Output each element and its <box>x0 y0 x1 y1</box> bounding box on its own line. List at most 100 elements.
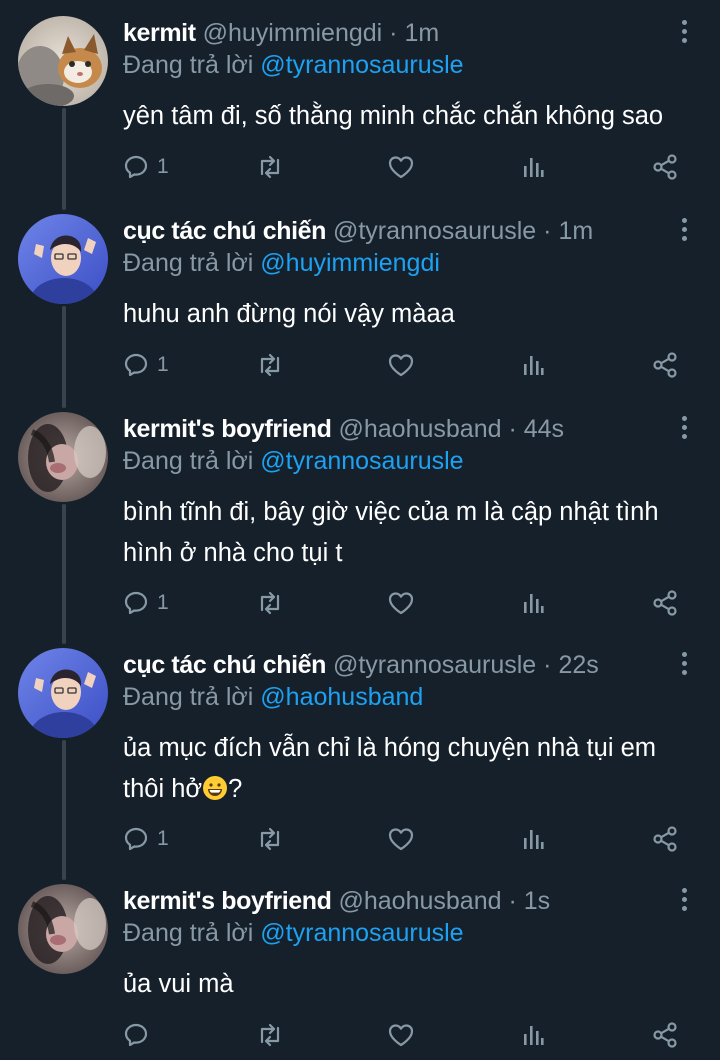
person-avatar-icon <box>18 214 108 304</box>
tweet-actions: 1 <box>123 822 698 856</box>
display-name[interactable]: kermit's boyfriend <box>123 415 332 443</box>
retweet-button[interactable] <box>256 150 284 184</box>
mention-link[interactable]: @tyrannosaurusle <box>260 447 463 475</box>
analytics-icon <box>524 830 544 849</box>
replying-to: Đang trả lời @tyrannosaurusle <box>123 49 464 81</box>
retweet-button[interactable] <box>256 348 284 382</box>
mention-link[interactable]: @haohusband <box>260 683 423 711</box>
reply-count: 1 <box>157 155 169 178</box>
display-name[interactable]: kermit's boyfriend <box>123 887 332 915</box>
share-button[interactable] <box>651 822 679 856</box>
tweet-actions: 1 <box>123 348 698 382</box>
analytics-icon <box>524 158 544 177</box>
tweet-text-suffix: ? <box>228 775 243 803</box>
like-button[interactable] <box>387 586 415 620</box>
more-options-icon[interactable] <box>678 416 690 444</box>
analytics-button[interactable] <box>521 348 545 382</box>
heart-icon <box>388 592 414 615</box>
heart-icon <box>388 828 414 851</box>
replying-to: Đang trả lời @tyrannosaurusle <box>123 917 464 949</box>
more-options-icon[interactable] <box>678 20 690 48</box>
retweet-button[interactable] <box>256 1018 284 1052</box>
replying-to-label: Đang trả lời <box>123 51 254 79</box>
analytics-button[interactable] <box>521 822 545 856</box>
separator-dot: · <box>543 651 552 679</box>
tweet-text: huhu anh đừng nói vậy màaa <box>123 300 455 328</box>
avatar[interactable] <box>18 16 108 106</box>
timestamp[interactable]: 1m <box>404 19 439 47</box>
avatar[interactable] <box>18 648 108 738</box>
reply-icon <box>124 353 148 377</box>
person-avatar-icon <box>18 648 108 738</box>
share-icon <box>653 352 677 378</box>
reply-button[interactable]: 1 <box>123 822 169 856</box>
reply-count: 1 <box>157 591 169 614</box>
tweet-text: bình tĩnh đi, bây giờ việc của m là cập … <box>123 498 659 567</box>
share-button[interactable] <box>651 586 679 620</box>
grinning-face-emoji <box>203 776 228 800</box>
more-options-icon[interactable] <box>678 888 690 916</box>
retweet-icon <box>260 827 280 851</box>
user-handle[interactable]: @haohusband <box>338 887 501 915</box>
timestamp[interactable]: 22s <box>558 651 598 679</box>
share-button[interactable] <box>651 150 679 184</box>
blurry-cat-avatar-icon <box>18 412 108 502</box>
reply-button[interactable]: 1 <box>123 150 169 184</box>
thread-connector-line <box>62 108 66 210</box>
replying-to-label: Đang trả lời <box>123 919 254 947</box>
replying-to-label: Đang trả lời <box>123 249 254 277</box>
mention-link[interactable]: @huyimmiengdi <box>260 249 440 277</box>
user-handle[interactable]: @tyrannosaurusle <box>333 217 536 245</box>
like-button[interactable] <box>387 150 415 184</box>
retweet-icon <box>260 353 280 377</box>
retweet-button[interactable] <box>256 822 284 856</box>
analytics-button[interactable] <box>521 150 545 184</box>
avatar[interactable] <box>18 884 108 974</box>
mention-link[interactable]: @tyrannosaurusle <box>260 919 463 947</box>
analytics-button[interactable] <box>521 1018 545 1052</box>
blurry-cat-avatar-icon <box>18 884 108 974</box>
thread-connector-line <box>62 306 66 408</box>
like-button[interactable] <box>387 1018 415 1052</box>
user-handle[interactable]: @haohusband <box>338 415 501 443</box>
like-button[interactable] <box>387 822 415 856</box>
reply-button[interactable]: 1 <box>123 586 169 620</box>
timestamp[interactable]: 1s <box>524 887 550 915</box>
reply-icon <box>124 591 148 615</box>
replying-to-label: Đang trả lời <box>123 683 254 711</box>
analytics-button[interactable] <box>521 586 545 620</box>
reply-button[interactable]: 1 <box>123 348 169 382</box>
timestamp[interactable]: 44s <box>524 415 564 443</box>
like-button[interactable] <box>387 348 415 382</box>
retweet-button[interactable] <box>256 586 284 620</box>
reply-button[interactable] <box>123 1018 157 1052</box>
replying-to: Đang trả lời @tyrannosaurusle <box>123 445 464 477</box>
cat-avatar-icon <box>18 16 108 106</box>
avatar[interactable] <box>18 412 108 502</box>
tweet-actions <box>123 1018 698 1052</box>
heart-icon <box>388 1024 414 1047</box>
share-button[interactable] <box>651 1018 679 1052</box>
display-name[interactable]: cục tác chú chiến <box>123 651 326 679</box>
reply-icon <box>124 155 148 179</box>
share-button[interactable] <box>651 348 679 382</box>
analytics-icon <box>524 356 544 375</box>
timestamp[interactable]: 1m <box>558 217 593 245</box>
retweet-icon <box>260 155 280 179</box>
display-name[interactable]: kermit <box>123 19 196 47</box>
more-options-icon[interactable] <box>678 218 690 246</box>
heart-icon <box>388 156 414 179</box>
user-handle[interactable]: @tyrannosaurusle <box>333 651 536 679</box>
reply-count: 1 <box>157 353 169 376</box>
reply-icon <box>124 1023 148 1047</box>
mention-link[interactable]: @tyrannosaurusle <box>260 51 463 79</box>
more-options-icon[interactable] <box>678 652 690 680</box>
reply-icon <box>124 827 148 851</box>
share-icon <box>653 154 677 180</box>
avatar[interactable] <box>18 214 108 304</box>
share-icon <box>653 1022 677 1048</box>
heart-icon <box>388 354 414 377</box>
display-name[interactable]: cục tác chú chiến <box>123 217 326 245</box>
user-handle[interactable]: @huyimmiengdi <box>203 19 383 47</box>
share-icon <box>653 590 677 616</box>
